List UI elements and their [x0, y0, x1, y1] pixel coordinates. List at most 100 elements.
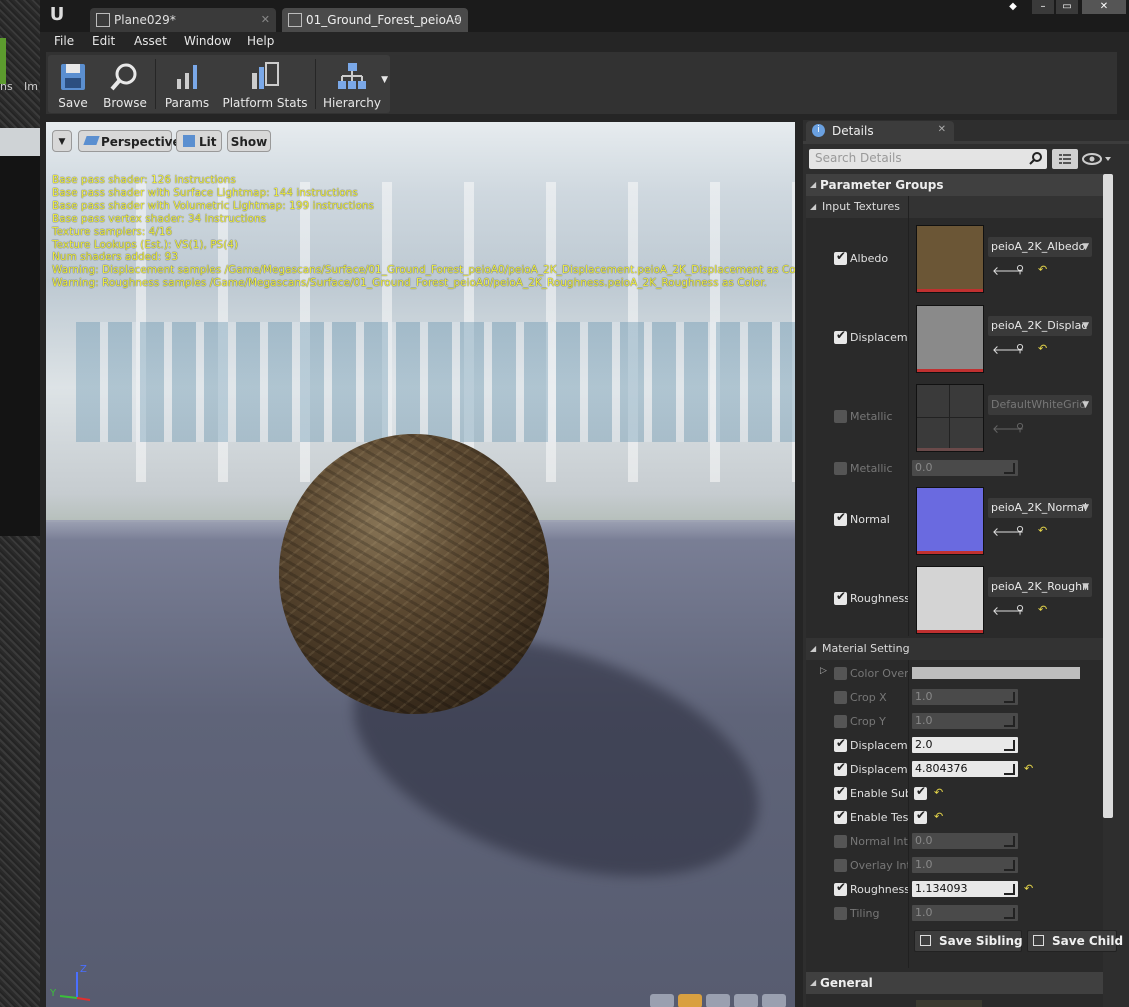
close-icon[interactable]: ✕ — [261, 8, 270, 32]
reset-icon[interactable]: ↶ — [1024, 882, 1033, 895]
params-button[interactable]: Params — [162, 55, 212, 113]
roughness-scalar-checkbox[interactable]: ✔ — [834, 880, 847, 896]
displacement-strength-checkbox[interactable]: ✔ — [834, 736, 847, 752]
details-scrollbar[interactable] — [1103, 174, 1113, 818]
overlay-intensity-checkbox[interactable] — [834, 859, 847, 872]
overlay-intensity-field[interactable]: 1.0 — [912, 857, 1018, 873]
reset-icon[interactable]: ↶ — [934, 810, 943, 823]
input-textures-group[interactable]: ◢ Input Textures — [806, 196, 1103, 218]
metallic-texture-combo[interactable]: DefaultWhiteGrid ▼ — [988, 395, 1092, 415]
save-child-button[interactable]: Save Child — [1027, 930, 1123, 952]
check-icon: ✔ — [836, 736, 847, 750]
albedo-thumbnail[interactable] — [916, 225, 984, 293]
view-options-button[interactable] — [1082, 151, 1114, 167]
displacement-strength-value: 2.0 — [915, 738, 933, 751]
show-button[interactable]: Show — [227, 130, 271, 152]
unreal-logo-icon[interactable]: U — [44, 2, 70, 28]
parameter-groups-header[interactable]: ◢ Parameter Groups — [806, 174, 1103, 196]
color-overlay-checkbox[interactable] — [834, 667, 847, 680]
roughness-texture-combo[interactable]: peioA_2K_Roughn ▼ — [988, 577, 1092, 597]
browse-asset-icon[interactable]: ⚲ — [1016, 603, 1024, 616]
displacement-checkbox[interactable]: ✔ — [834, 328, 847, 344]
enable-tessellation-value-checkbox[interactable]: ✔ — [914, 808, 927, 824]
chevron-down-icon[interactable]: ▼ — [381, 75, 388, 85]
general-header[interactable]: ◢ General — [806, 972, 1103, 994]
teapot-icon[interactable] — [762, 994, 786, 1007]
crop-y-field[interactable]: 1.0 — [912, 713, 1018, 729]
normal-checkbox[interactable]: ✔ — [834, 510, 847, 526]
normal-intensity-field[interactable]: 0.0 — [912, 833, 1018, 849]
browse-asset-icon[interactable]: ⚲ — [1016, 263, 1024, 276]
reset-icon[interactable]: ↶ — [1038, 263, 1047, 276]
color-overlay-swatch[interactable] — [912, 667, 1080, 679]
roughness-thumbnail[interactable] — [916, 566, 984, 634]
menu-window[interactable]: Window — [184, 34, 231, 48]
tiling-checkbox[interactable] — [834, 907, 847, 920]
sphere-icon[interactable] — [678, 994, 702, 1007]
enable-tessellation-checkbox[interactable]: ✔ — [834, 808, 847, 824]
platform-stats-button[interactable]: Platform Stats — [220, 55, 310, 113]
displacement-texture-combo[interactable]: peioA_2K_Displac ▼ — [988, 316, 1092, 336]
crop-y-checkbox[interactable] — [834, 715, 847, 728]
browse-asset-icon[interactable]: ⚲ — [1016, 524, 1024, 537]
reset-icon[interactable]: ↶ — [1038, 342, 1047, 355]
metallic-texture-checkbox[interactable] — [834, 410, 847, 423]
crop-x-field[interactable]: 1.0 — [912, 689, 1018, 705]
albedo-texture-combo[interactable]: peioA_2K_Albedo ▼ — [988, 237, 1092, 257]
albedo-checkbox[interactable]: ✔ — [834, 249, 847, 265]
menu-edit[interactable]: Edit — [92, 34, 115, 48]
menu-help[interactable]: Help — [247, 34, 274, 48]
metallic-scalar-checkbox[interactable] — [834, 462, 847, 475]
cube-icon[interactable] — [734, 994, 758, 1007]
normal-thumbnail[interactable] — [916, 487, 984, 555]
browse-button[interactable]: Browse — [100, 55, 150, 113]
perspective-label: Perspective — [101, 135, 181, 149]
tiling-field[interactable]: 1.0 — [912, 905, 1018, 921]
perspective-button[interactable]: Perspective — [78, 130, 181, 152]
roughness-scalar-field[interactable]: 1.134093 — [912, 881, 1018, 897]
normal-intensity-value: 0.0 — [915, 834, 933, 847]
reset-icon[interactable]: ↶ — [1038, 524, 1047, 537]
browse-asset-icon[interactable]: ⚲ — [1016, 342, 1024, 355]
expand-triangle-icon[interactable]: ▷ — [820, 666, 827, 676]
close-window-button[interactable]: ✕ — [1082, 0, 1126, 14]
metallic-thumbnail[interactable] — [916, 384, 984, 452]
displacement-offset-field[interactable]: 4.804376 — [912, 761, 1018, 777]
metallic-scalar-field[interactable]: 0.0 — [912, 460, 1018, 476]
crop-x-checkbox[interactable] — [834, 691, 847, 704]
tab-plane029[interactable]: Plane029* ✕ — [90, 8, 276, 32]
normal-intensity-checkbox[interactable] — [834, 835, 847, 848]
property-matrix-button[interactable] — [1052, 149, 1078, 169]
cylinder-icon[interactable] — [650, 994, 674, 1007]
displacement-offset-checkbox[interactable]: ✔ — [834, 760, 847, 776]
browse-asset-icon[interactable]: ⚲ — [1016, 421, 1024, 434]
close-icon[interactable]: ✕ — [453, 8, 462, 32]
menu-asset[interactable]: Asset — [134, 34, 167, 48]
normal-texture-combo[interactable]: peioA_2K_Normal ▼ — [988, 498, 1092, 518]
save-button[interactable]: Save — [48, 55, 98, 113]
reset-icon[interactable]: ↶ — [934, 786, 943, 799]
enable-subsurface-checkbox[interactable]: ✔ — [834, 784, 847, 800]
reset-icon[interactable]: ↶ — [1038, 603, 1047, 616]
lit-button[interactable]: Lit — [176, 130, 222, 152]
roughness-texture-checkbox[interactable]: ✔ — [834, 589, 847, 605]
plane-icon[interactable] — [706, 994, 730, 1007]
reset-icon[interactable]: ↶ — [1024, 762, 1033, 775]
tiling-label: Tiling — [850, 907, 880, 920]
minimize-button[interactable]: – — [1032, 0, 1054, 14]
details-tab[interactable]: i Details ✕ — [806, 121, 954, 143]
material-setting-group[interactable]: ◢ Material Setting — [806, 638, 1103, 660]
preview-viewport[interactable]: ▼ Perspective Lit Show Base pass shader:… — [46, 122, 795, 1007]
close-icon[interactable]: ✕ — [938, 124, 946, 135]
save-sibling-button[interactable]: Save Sibling — [914, 930, 1023, 952]
tab-material-instance[interactable]: 01_Ground_Forest_peioA0 ✕ — [282, 8, 468, 32]
displacement-strength-field[interactable]: 2.0 — [912, 737, 1018, 753]
search-details-input[interactable]: Search Details — [809, 149, 1047, 169]
viewport-options-button[interactable]: ▼ — [52, 130, 72, 152]
maximize-button[interactable]: ▭ — [1056, 0, 1078, 14]
source-control-icon[interactable]: ◆ — [1004, 0, 1022, 14]
hierarchy-button[interactable]: Hierarchy ▼ — [320, 55, 388, 113]
menu-file[interactable]: File — [54, 34, 74, 48]
enable-subsurface-value-checkbox[interactable]: ✔ — [914, 784, 927, 800]
displacement-thumbnail[interactable] — [916, 305, 984, 373]
